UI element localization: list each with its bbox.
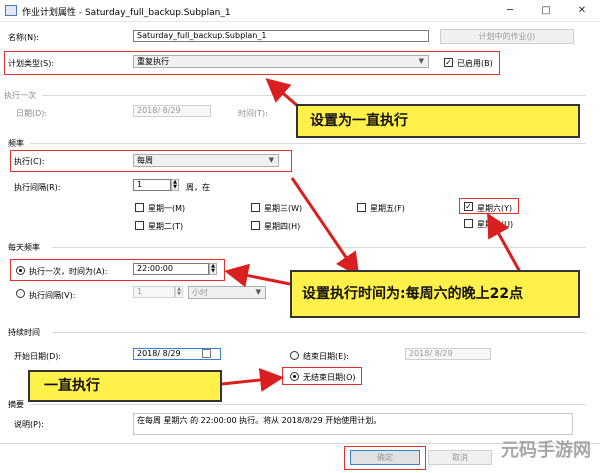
callout-run-forever: 一直执行 (28, 370, 222, 402)
watermark-logo: 元码手游网 (501, 440, 591, 461)
arrow-4 (224, 263, 291, 288)
arrow-5 (221, 367, 284, 392)
arrow-2 (290, 177, 360, 277)
callout-always-run: 设置为一直执行 (296, 104, 580, 138)
callout-weekly-saturday-22: 设置执行时间为:每周六的晚上22点 (290, 270, 580, 318)
arrow-3 (487, 212, 522, 273)
annotation-arrows (221, 78, 522, 392)
